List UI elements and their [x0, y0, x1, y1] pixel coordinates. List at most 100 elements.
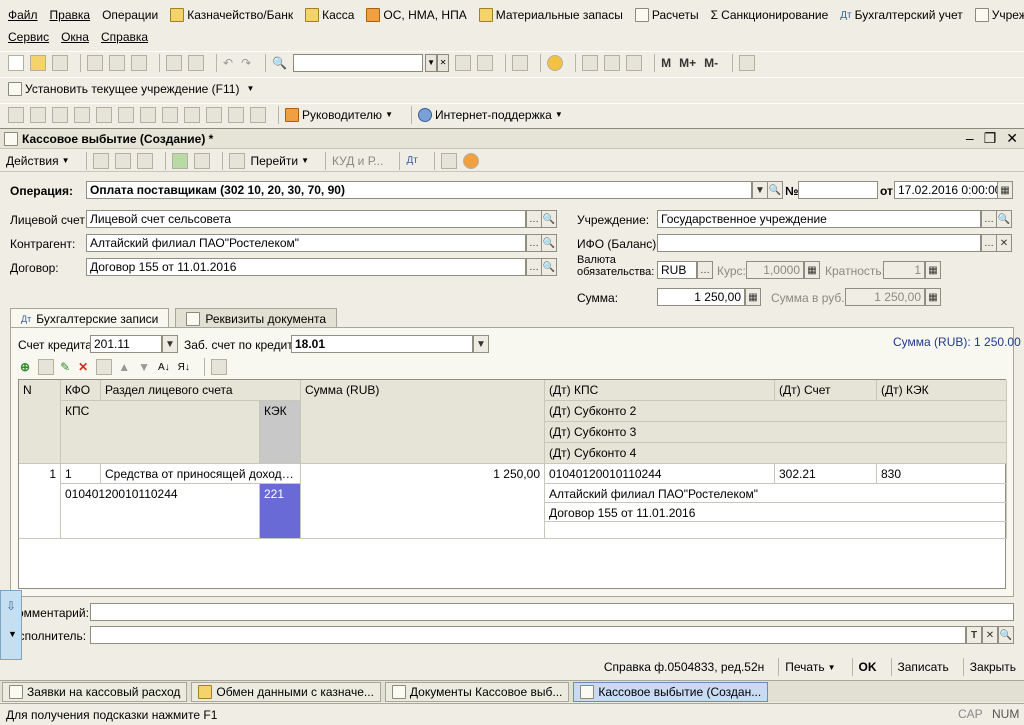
menu-materials[interactable]: Материальные запасы [478, 8, 623, 22]
tab-details[interactable]: Реквизиты документа [175, 308, 338, 328]
menu-windows[interactable]: Окна [61, 30, 89, 44]
row-n[interactable]: 1 [19, 464, 61, 539]
row-dt-kek[interactable]: 830 [877, 464, 1007, 484]
col-header-sub2[interactable]: (Дт) Субконто 2 [545, 401, 1007, 422]
operation-search[interactable]: 🔍 [767, 181, 783, 199]
save-button[interactable]: Записать [898, 660, 949, 674]
kud-button[interactable]: КУД и Р... [332, 154, 383, 168]
menu-settlements[interactable]: Расчеты [634, 8, 699, 22]
report-icon[interactable] [184, 106, 200, 123]
find-prev-icon[interactable] [477, 54, 494, 71]
preview-icon[interactable] [188, 54, 204, 71]
menu-file[interactable]: Файл [8, 8, 38, 22]
menu-sanction[interactable]: Σ Санкционирование [711, 8, 829, 22]
report-icon[interactable] [96, 106, 112, 123]
goto-menu[interactable]: Перейти ▼ [251, 154, 309, 168]
task-cash-requests[interactable]: Заявки на кассовый расход [2, 681, 188, 702]
restore-icon[interactable]: ❐ [984, 130, 997, 147]
report-icon[interactable] [52, 106, 68, 123]
account-search[interactable]: 🔍 [541, 210, 557, 228]
tab-accounting[interactable]: Дт Бухгалтерские записи [10, 308, 170, 328]
edit-row-icon[interactable]: ✎ [60, 360, 70, 374]
report-icon[interactable] [140, 106, 156, 123]
refresh-icon[interactable] [136, 152, 153, 169]
currency-field[interactable]: RUB [657, 261, 697, 279]
row-dt-kps[interactable]: 01040120010110244 [545, 464, 775, 484]
actions-menu[interactable]: Действия ▼ [6, 154, 70, 168]
m-button[interactable]: M [661, 56, 671, 70]
menu-accounting[interactable]: Дт Бухгалтерский учет [840, 8, 962, 22]
dt-kt-icon[interactable]: Дт [406, 155, 417, 166]
menu-help[interactable]: Справка [101, 30, 148, 44]
col-header-sub3[interactable]: (Дт) Субконто 3 [545, 422, 1007, 443]
minimize-icon[interactable]: – [966, 130, 974, 147]
date-field[interactable]: 17.02.2016 0:00:00 [894, 181, 998, 199]
report-icon[interactable] [228, 106, 244, 123]
add-row-icon[interactable]: ⊕ [20, 360, 30, 374]
executor-clear[interactable]: ✕ [982, 626, 998, 644]
col-header-dt-account[interactable]: (Дт) Счет [775, 380, 877, 401]
redo-icon[interactable]: ↷ [241, 56, 251, 70]
m-minus-button[interactable]: M- [704, 56, 718, 70]
ifo-clear[interactable]: ✕ [996, 234, 1012, 252]
move-down-icon[interactable]: ▼ [138, 360, 150, 374]
number-field[interactable] [798, 181, 878, 199]
executor-search[interactable]: 🔍 [998, 626, 1014, 644]
task-cash-disposal[interactable]: Кассовое выбытие (Создан... [573, 681, 769, 702]
off-balance-dropdown[interactable]: ▼ [473, 335, 489, 353]
copy-row-icon[interactable] [38, 359, 55, 375]
report-icon[interactable] [206, 106, 222, 123]
fill-icon[interactable] [210, 359, 227, 375]
side-panel-toggle[interactable]: ⇩ ▼ [0, 590, 22, 660]
report-icon[interactable] [440, 152, 457, 169]
credit-account-field[interactable]: 201.11 [90, 335, 162, 353]
account-field[interactable]: Лицевой счет сельсовета [86, 210, 526, 228]
sort-asc-icon[interactable]: A↓ [158, 362, 170, 373]
paste-icon[interactable] [131, 54, 147, 71]
contract-search[interactable]: 🔍 [541, 258, 557, 276]
institution-select-button[interactable]: … [981, 210, 997, 228]
col-header-dt-kps[interactable]: (Дт) КПС [545, 380, 775, 401]
off-balance-field[interactable]: 18.01 [291, 335, 473, 353]
end-edit-icon[interactable] [96, 359, 113, 375]
sum-field[interactable]: 1 250,00 [657, 288, 745, 306]
search-dropdown[interactable]: ▼ [425, 53, 438, 72]
calculator-icon[interactable] [582, 54, 599, 71]
ifo-field[interactable] [657, 234, 981, 252]
unpost-icon[interactable] [193, 152, 210, 169]
institution-field[interactable]: Государственное учреждение [657, 210, 981, 228]
currency-select-button[interactable]: … [697, 261, 713, 279]
col-header-dt-kek[interactable]: (Дт) КЭК [877, 380, 1007, 401]
copy-icon[interactable] [114, 152, 131, 169]
row-kek[interactable]: 221 [260, 484, 301, 539]
help-icon[interactable] [462, 152, 479, 169]
cut-icon[interactable] [87, 54, 103, 71]
tools-icon[interactable] [739, 54, 756, 71]
open-icon[interactable] [30, 54, 46, 71]
find-next-icon[interactable] [455, 54, 472, 71]
comment-field[interactable] [90, 603, 1014, 621]
sum-calc-button[interactable]: ▦ [745, 288, 761, 306]
col-header-kps[interactable]: КПС [61, 401, 260, 464]
row-sub2[interactable]: Алтайский филиал ПАО"Ростелеком" [545, 484, 1007, 503]
menu-treasury[interactable]: Казначейство/Банк [170, 8, 293, 22]
ifo-select-button[interactable]: … [981, 234, 997, 252]
sort-desc-icon[interactable]: Я↓ [178, 362, 190, 373]
row-section[interactable]: Средства от приносящей доход дея... [101, 464, 301, 484]
col-header-sub4[interactable]: (Дт) Субконто 4 [545, 443, 1007, 464]
set-institution-button[interactable]: Установить текущее учреждение (F11) ▼ [8, 81, 254, 96]
row-sub3[interactable]: Договор 155 от 11.01.2016 [545, 503, 1007, 522]
menu-operations[interactable]: Операции [102, 8, 158, 22]
report-icon[interactable] [162, 106, 178, 123]
menu-assets[interactable]: ОС, НМА, НПА [366, 8, 467, 22]
windows-icon[interactable] [512, 54, 529, 71]
contract-field[interactable]: Договор 155 от 11.01.2016 [86, 258, 526, 276]
report-icon[interactable] [30, 106, 46, 123]
row-sub4[interactable] [545, 522, 1007, 539]
ok-button[interactable]: OK [859, 660, 877, 674]
contractor-field[interactable]: Алтайский филиал ПАО"Ростелеком" [86, 234, 526, 252]
print-icon[interactable] [166, 54, 182, 71]
post-icon[interactable] [171, 152, 188, 169]
undo-icon[interactable]: ↶ [223, 56, 233, 70]
col-header-kfo[interactable]: КФО [61, 380, 101, 401]
